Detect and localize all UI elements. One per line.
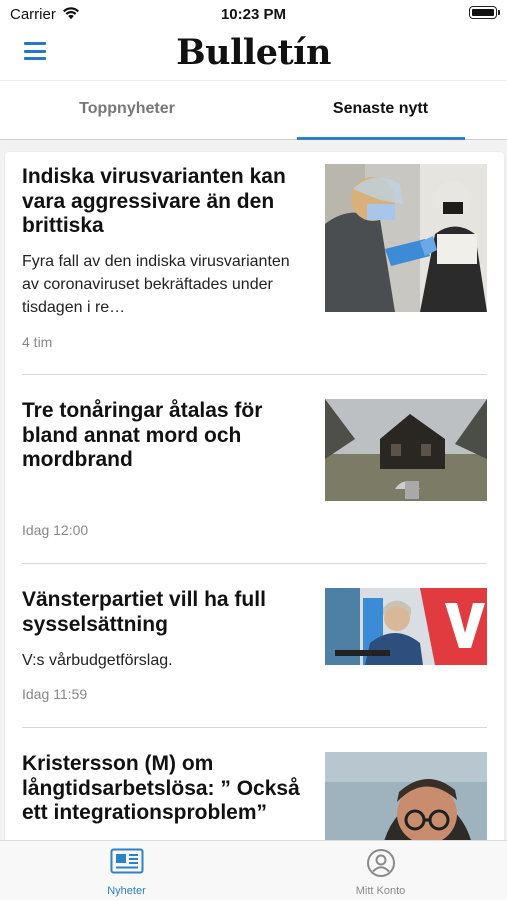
tab-toppnyheter[interactable]: Toppnyheter <box>0 81 254 139</box>
status-bar: Carrier 10:23 PM <box>0 0 507 28</box>
article-item[interactable]: Kristersson (M) om långtidsarbetslösa: ”… <box>5 728 504 840</box>
article-time: Idag 12:00 <box>22 522 89 538</box>
article-item[interactable]: Indiska virusvarianten kan vara aggressi… <box>5 152 504 374</box>
tab-senaste-nytt[interactable]: Senaste nytt <box>254 81 507 139</box>
article-summary: Fyra fall av den indiska virusvarianten … <box>22 253 290 316</box>
news-feed[interactable]: Indiska virusvarianten kan vara aggressi… <box>0 140 507 840</box>
article-image <box>325 399 487 501</box>
bottom-tab-bar: Nyheter Mitt Konto <box>0 840 507 900</box>
tab-mitt-konto[interactable]: Mitt Konto <box>254 841 507 901</box>
news-tabs: Toppnyheter Senaste nytt <box>0 80 507 140</box>
article-title: Kristersson (M) om långtidsarbetslösa: ”… <box>22 752 300 824</box>
clock: 10:23 PM <box>220 6 287 23</box>
app-logo: Bulletín <box>176 32 331 73</box>
article-item[interactable]: Tre tonåringar åtalas för bland annat mo… <box>5 375 504 563</box>
article-title: Tre tonåringar åtalas för bland annat mo… <box>22 399 263 471</box>
battery-icon <box>469 6 500 19</box>
navigation-bar: Bulletín <box>0 28 507 80</box>
article-image <box>325 588 487 665</box>
article-image <box>325 164 487 312</box>
article-list: Indiska virusvarianten kan vara aggressi… <box>5 152 504 840</box>
article-time: Idag 11:59 <box>22 686 88 702</box>
article-summary: V:s vårbudgetförslag. <box>22 652 173 669</box>
article-title: Vänsterpartiet vill ha full sysselsättni… <box>22 588 266 636</box>
tab-nyheter[interactable]: Nyheter <box>0 841 253 901</box>
article-time: 4 tim <box>22 334 53 350</box>
tab-mitt-konto-label: Mitt Konto <box>355 885 406 897</box>
article-image <box>325 752 487 840</box>
tab-nyheter-label: Nyheter <box>107 885 146 897</box>
article-title: Indiska virusvarianten kan vara aggressi… <box>22 165 286 237</box>
article-item[interactable]: Vänsterpartiet vill ha full sysselsättni… <box>5 564 504 727</box>
newspaper-icon <box>110 848 143 874</box>
account-icon <box>366 849 395 877</box>
